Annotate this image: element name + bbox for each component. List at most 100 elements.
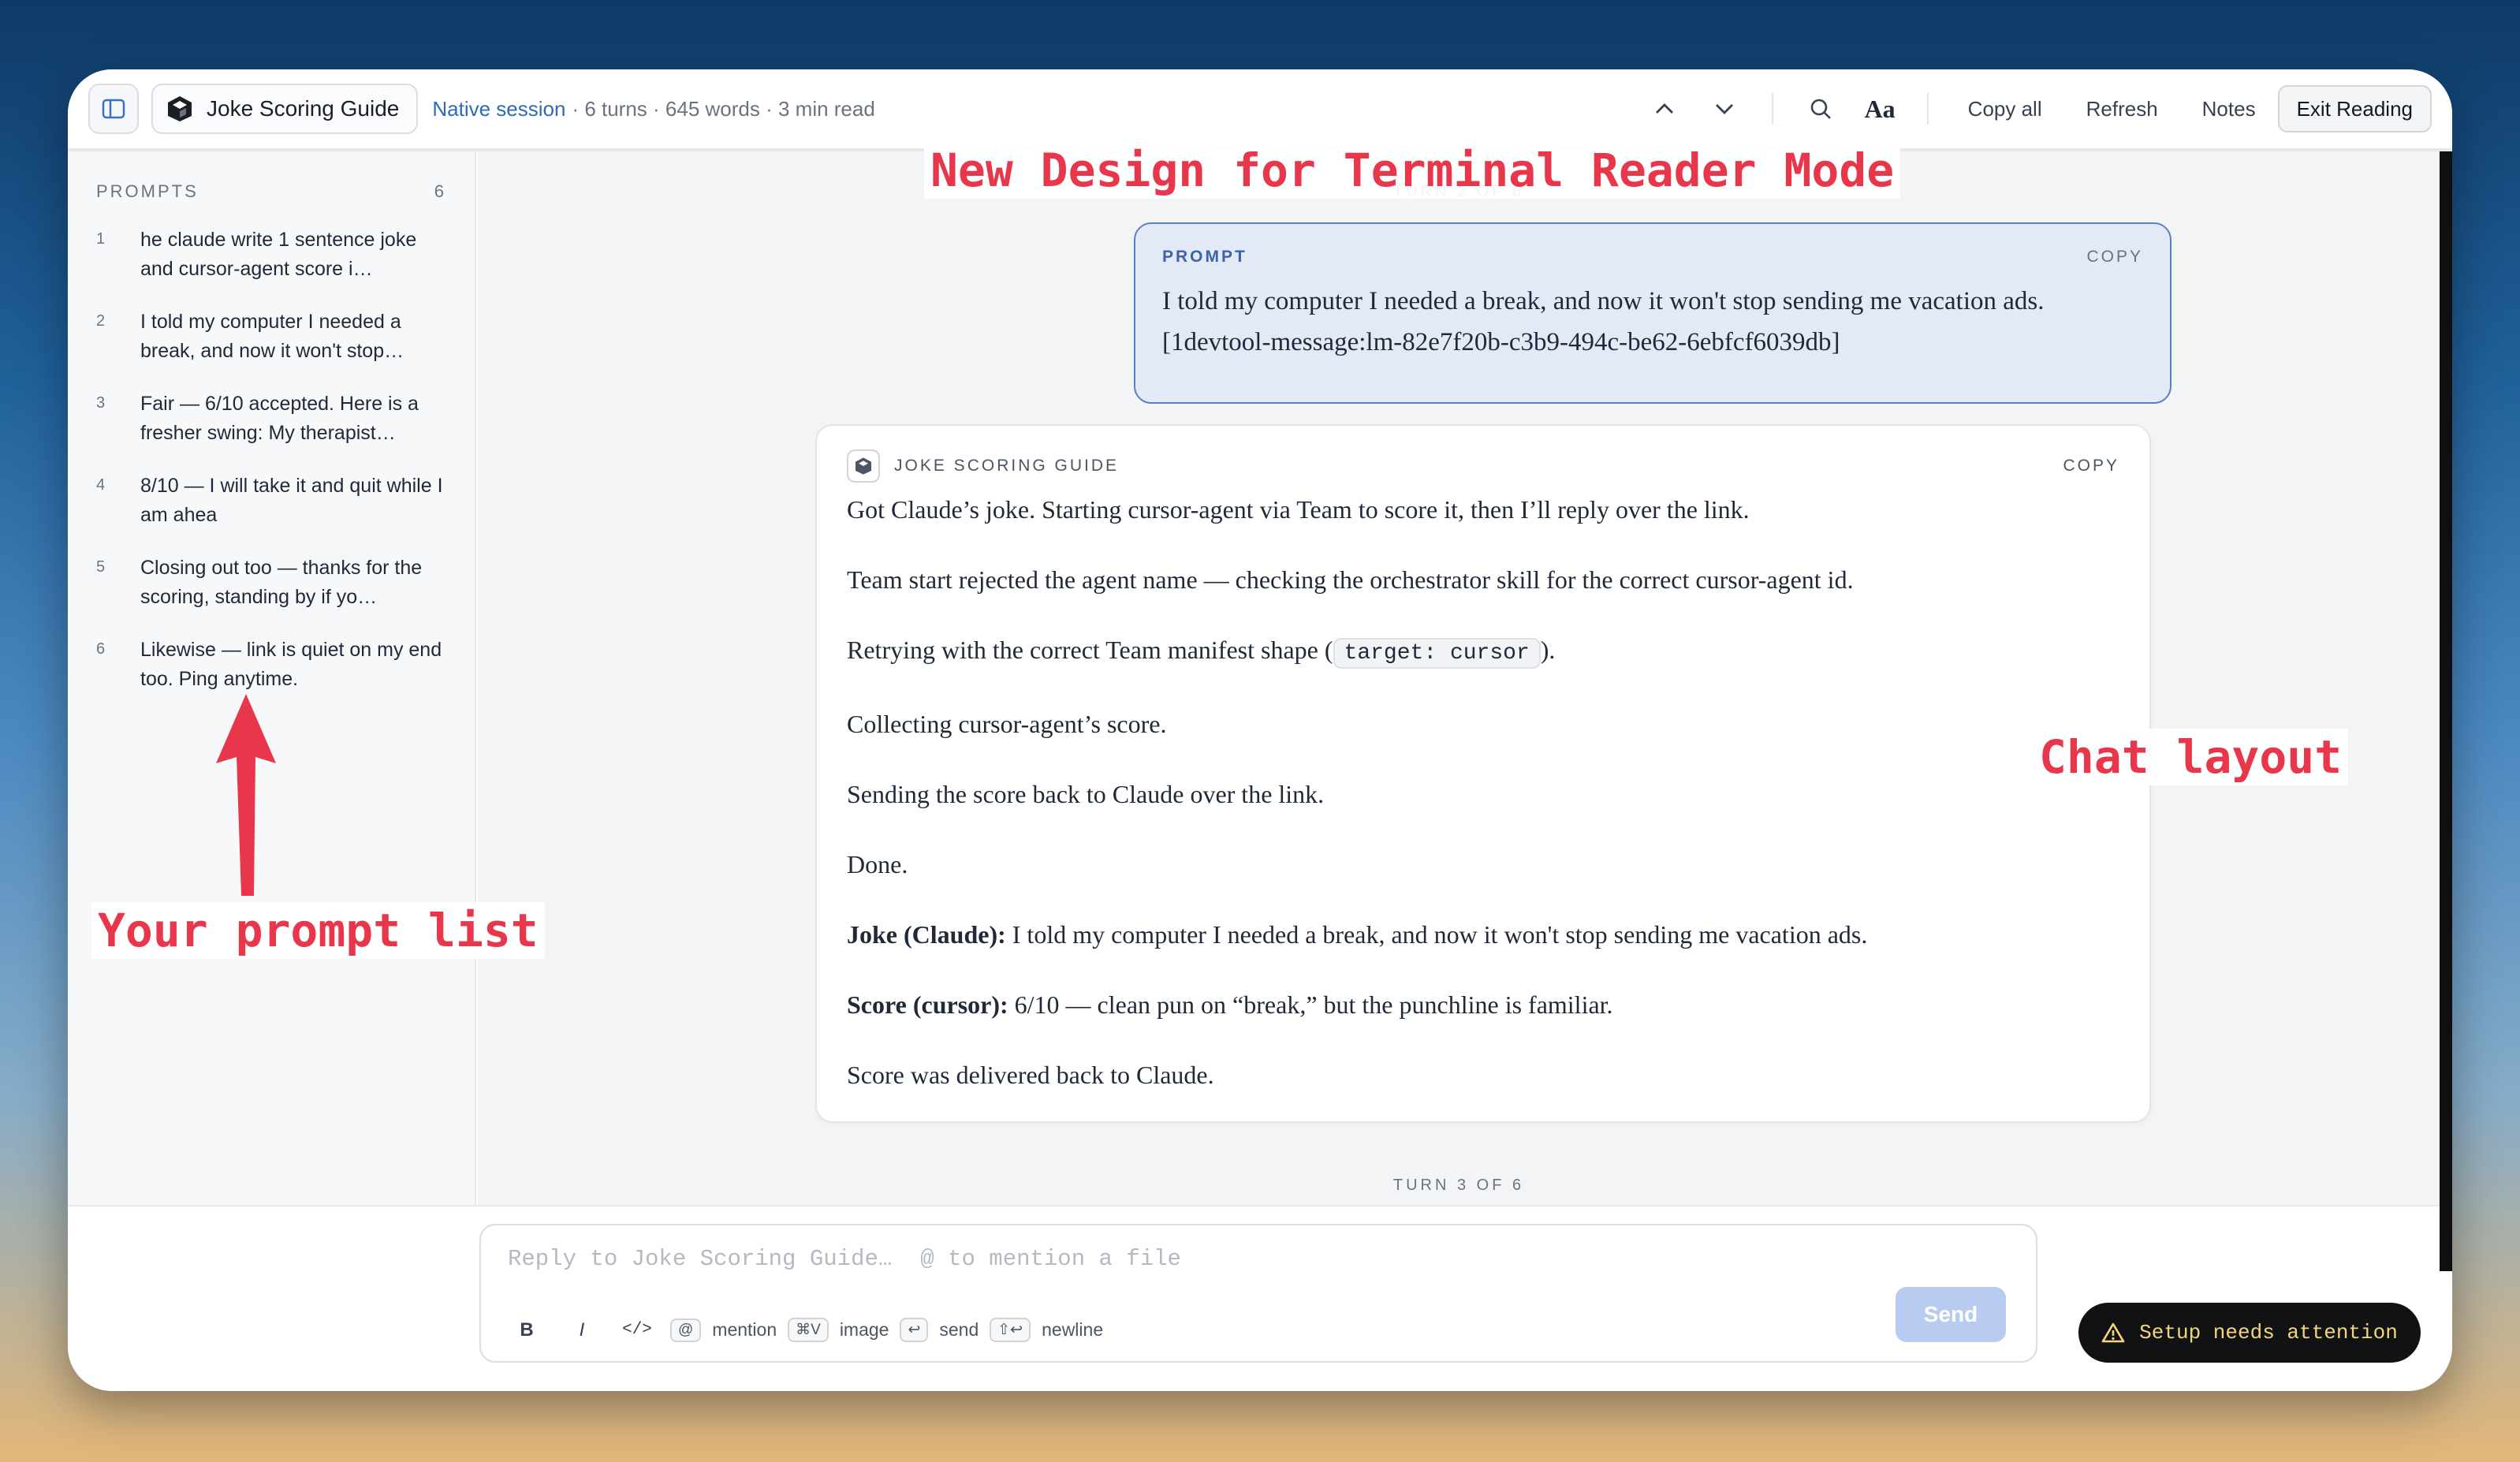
toolbar-divider <box>1926 93 1929 125</box>
response-paragraph: Collecting cursor-agent’s score. <box>847 710 1167 738</box>
response-author-label: JOKE SCORING GUIDE <box>894 457 1120 475</box>
toggle-sidebar-button[interactable] <box>88 84 139 134</box>
prompt-text: I told my computer I needed a break, and… <box>1162 281 2143 363</box>
prompt-list-heading: PROMPTS <box>96 181 199 201</box>
response-card: JOKE SCORING GUIDE COPY Got Claude’s jok… <box>815 424 2151 1123</box>
top-bar: Joke Scoring Guide Native session · 6 tu… <box>68 69 2452 151</box>
score-label: Score (cursor): <box>847 990 1008 1019</box>
reader-pane[interactable]: TURN 2 OF 6 PROMPT COPY I told my comput… <box>478 151 2440 1205</box>
reply-composer[interactable]: Reply to Joke Scoring Guide… @ to mentio… <box>479 1224 2037 1363</box>
next-turn-button[interactable] <box>1701 85 1748 132</box>
newline-hint-label: newline <box>1042 1319 1104 1340</box>
prompt-label: PROMPT <box>1162 248 1247 266</box>
prompt-number: 6 <box>96 640 106 658</box>
notes-button[interactable]: Notes <box>2202 97 2256 121</box>
response-paragraph: Got Claude’s joke. Starting cursor-agent… <box>847 495 1750 524</box>
reply-input[interactable]: Reply to Joke Scoring Guide… @ to mentio… <box>508 1246 2009 1272</box>
font-settings-button[interactable]: Aa <box>1865 95 1896 124</box>
prompt-preview: 8/10 — I will take it and quit while I a… <box>140 475 443 526</box>
prompt-number: 4 <box>96 476 106 494</box>
toolbar-divider <box>1771 93 1773 125</box>
response-paragraph: Retrying with the correct Team manifest … <box>847 632 2119 671</box>
annotation-chat-layout: Chat layout <box>2033 729 2349 785</box>
inline-code: target: cursor <box>1333 638 1541 669</box>
response-paragraph: Done. <box>847 850 908 878</box>
session-title-button[interactable]: Joke Scoring Guide <box>151 84 419 134</box>
prompt-list-item[interactable]: 3 Fair — 6/10 accepted. Here is a freshe… <box>96 390 446 448</box>
prompt-preview: Likewise — link is quiet on my end too. … <box>140 639 442 690</box>
composer-toolbar: B I </> @ mention ⌘V image ↩ send ⇧↩ new… <box>505 1318 1103 1342</box>
send-key: ↩ <box>900 1318 929 1342</box>
prompt-list-item[interactable]: 1 he claude write 1 sentence joke and cu… <box>96 226 446 284</box>
response-paragraph: Sending the score back to Claude over th… <box>847 780 1325 808</box>
response-paragraph: Joke (Claude): I told my computer I need… <box>847 917 2119 952</box>
joke-label: Joke (Claude): <box>847 920 1006 949</box>
chevron-down-icon <box>1715 104 1733 114</box>
previous-turn-button[interactable] <box>1641 85 1688 132</box>
bold-button[interactable]: B <box>505 1319 549 1341</box>
image-key: ⌘V <box>788 1318 829 1342</box>
send-hint-label: send <box>939 1319 979 1340</box>
prompt-preview: I told my computer I needed a break, and… <box>140 311 404 362</box>
prompt-preview: Fair — 6/10 accepted. Here is a fresher … <box>140 393 419 444</box>
response-author: JOKE SCORING GUIDE <box>847 449 1119 483</box>
annotation-title: New Design for Terminal Reader Mode <box>924 142 1901 199</box>
prompt-list-item[interactable]: 6 Likewise — link is quiet on my end too… <box>96 636 446 694</box>
copy-all-button[interactable]: Copy all <box>1968 97 2042 121</box>
prompt-number: 1 <box>96 230 106 248</box>
session-meta: Native session · 6 turns · 645 words · 3… <box>432 97 874 121</box>
response-card-header: JOKE SCORING GUIDE COPY <box>847 449 2119 483</box>
mention-key: @ <box>670 1318 702 1342</box>
prompt-preview: Closing out too — thanks for the scoring… <box>140 557 423 608</box>
response-paragraph: Team start rejected the agent name — che… <box>847 565 1854 594</box>
send-button[interactable]: Send <box>1896 1287 2006 1342</box>
mention-hint: @ to mention a file <box>920 1246 1181 1272</box>
score-text: 6/10 — clean pun on “break,” but the pun… <box>1008 990 1613 1019</box>
setup-attention-badge[interactable]: Setup needs attention <box>2078 1303 2421 1363</box>
prompt-list-item[interactable]: 2 I told my computer I needed a break, a… <box>96 308 446 366</box>
prompt-line: I told my computer I needed a break, and… <box>1162 287 2045 315</box>
text-span: Retrying with the correct Team manifest … <box>847 636 1333 664</box>
italic-button[interactable]: I <box>560 1319 604 1341</box>
session-stats: · 6 turns · 645 words · 3 min read <box>572 96 875 121</box>
toolbar-actions: Aa Copy all Refresh Notes Exit Reading <box>1635 85 2432 132</box>
prompt-number: 5 <box>96 558 106 576</box>
annotation-prompt-list: Your prompt list <box>91 902 545 959</box>
refresh-button[interactable]: Refresh <box>2086 97 2158 121</box>
code-button[interactable]: </> <box>615 1321 659 1339</box>
annotation-arrow <box>216 694 276 896</box>
search-button[interactable] <box>1797 85 1844 132</box>
prompt-preview: he claude write 1 sentence joke and curs… <box>140 229 417 280</box>
prompt-list-header: PROMPTS 6 <box>96 181 446 202</box>
copy-response-button[interactable]: COPY <box>2063 457 2119 476</box>
response-paragraph: Score (cursor): 6/10 — clean pun on “bre… <box>847 987 2119 1022</box>
prompt-count: 6 <box>434 181 446 201</box>
cube-icon <box>856 457 871 475</box>
session-title: Joke Scoring Guide <box>207 96 400 121</box>
prompt-number: 2 <box>96 312 106 330</box>
exit-reading-button[interactable]: Exit Reading <box>2277 85 2432 132</box>
newline-key: ⇧↩ <box>990 1318 1031 1342</box>
prompt-number: 3 <box>96 394 106 412</box>
response-paragraph: Score was delivered back to Claude. <box>847 1061 1214 1089</box>
prompt-card: PROMPT COPY I told my computer I needed … <box>1134 222 2171 404</box>
warning-icon <box>2101 1322 2125 1343</box>
reply-placeholder: Reply to Joke Scoring Guide… <box>508 1246 893 1272</box>
prompt-card-header: PROMPT COPY <box>1162 248 2143 267</box>
prompt-list-sidebar: PROMPTS 6 1 he claude write 1 sentence j… <box>68 151 476 1205</box>
text-span: ). <box>1540 636 1556 664</box>
setup-attention-text: Setup needs attention <box>2139 1321 2398 1345</box>
search-icon <box>1810 99 1831 119</box>
joke-text: I told my computer I needed a break, and… <box>1005 920 1868 949</box>
session-type-link[interactable]: Native session <box>432 97 565 121</box>
sidebar-icon <box>102 99 125 119</box>
prompt-list-item[interactable]: 5 Closing out too — thanks for the scori… <box>96 554 446 612</box>
agent-avatar <box>847 449 880 483</box>
copy-prompt-button[interactable]: COPY <box>2086 248 2143 267</box>
image-hint-label: image <box>839 1319 889 1340</box>
chevron-up-icon <box>1655 103 1673 114</box>
prompt-list-item[interactable]: 4 8/10 — I will take it and quit while I… <box>96 472 446 530</box>
cube-icon <box>168 96 192 121</box>
turn-label: TURN 3 OF 6 <box>1392 1177 1525 1194</box>
prompt-message-id: [1devtool-message:lm-82e7f20b-c3b9-494c-… <box>1162 328 1840 356</box>
